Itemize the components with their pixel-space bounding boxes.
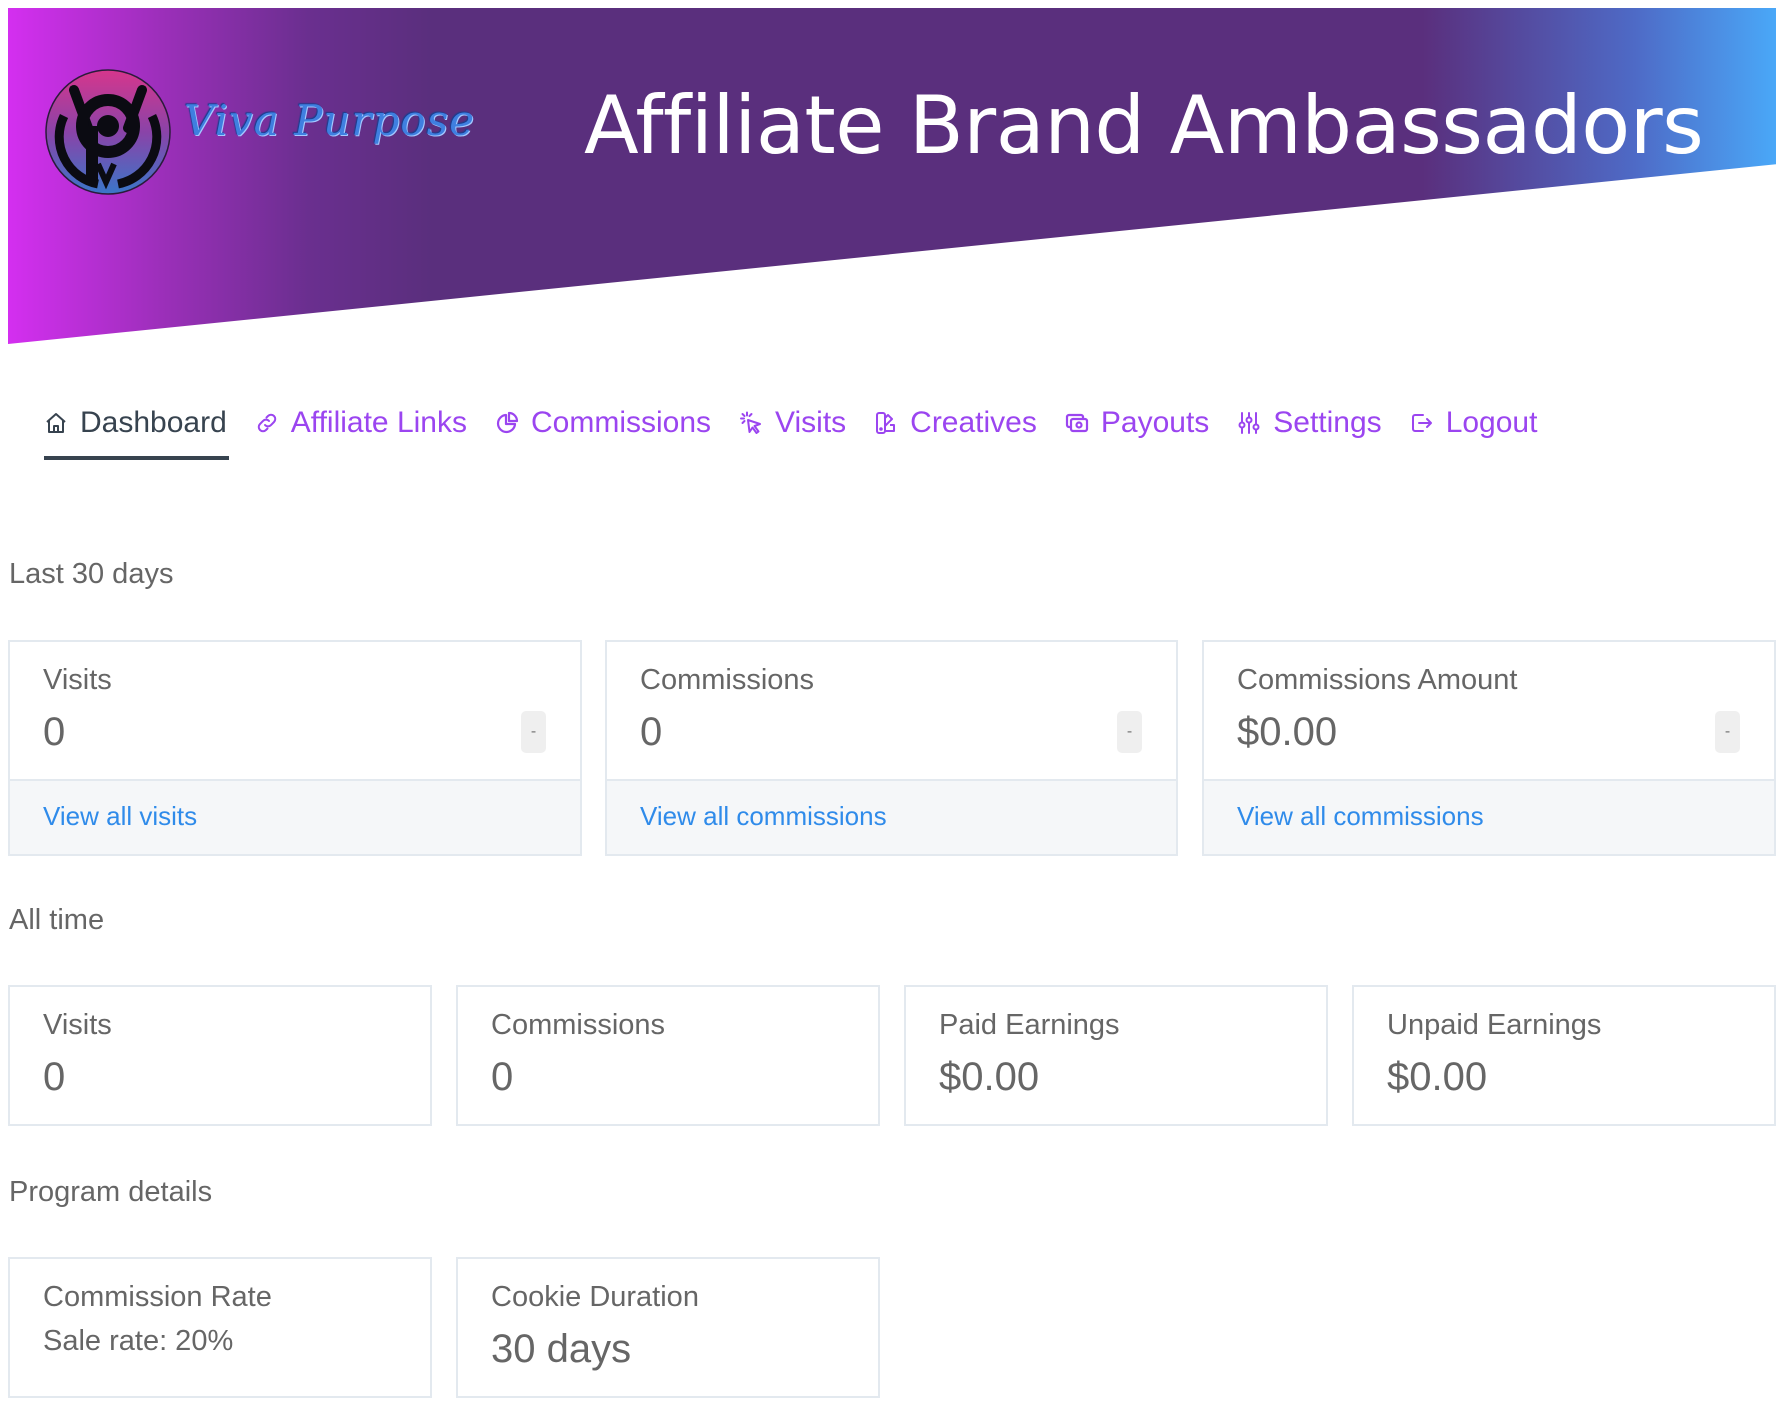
view-all-visits-link[interactable]: View all visits [43,801,197,832]
card-title: Commission Rate [43,1281,272,1313]
nav-creatives[interactable]: Creatives [874,400,1037,446]
nav-dashboard-label: Dashboard [80,406,227,439]
nav-visits-label: Visits [775,406,847,439]
card-value: 0 [640,710,663,754]
trend-badge: - [1715,711,1740,753]
stat-card-commissions-30d: Commissions 0 - View all commissions [605,640,1178,856]
card-footer: View all commissions [607,779,1176,854]
nav-payouts-label: Payouts [1100,406,1210,439]
card-title: Paid Earnings [939,1009,1120,1041]
home-icon [46,413,66,433]
card-title: Unpaid Earnings [1387,1009,1602,1041]
card-value: Sale rate: 20% [43,1325,234,1357]
section-label-all-time: All time [9,904,105,936]
card-title: Cookie Duration [491,1281,699,1313]
card-footer: View all commissions [1204,779,1774,854]
nav-affiliate-links[interactable]: Affiliate Links [255,400,467,446]
viva-purpose-logo-icon[interactable] [44,68,172,196]
nav-settings-label: Settings [1273,406,1382,439]
section-label-program-details: Program details [9,1176,213,1208]
stat-card-paid-earnings: Paid Earnings $0.00 [904,985,1328,1126]
nav-logout-label: Logout [1445,406,1538,439]
nav-payouts[interactable]: Payouts [1065,400,1209,446]
sliders-icon [1238,412,1260,434]
card-value: 0 [43,1055,66,1099]
cursor-click-icon [740,411,762,434]
card-value: $0.00 [1237,710,1338,754]
view-all-commissions-link[interactable]: View all commissions [640,801,887,832]
stat-card-visits-30d: Visits 0 - View all visits [8,640,582,856]
program-card-cookie-duration: Cookie Duration 30 days [456,1257,880,1398]
trend-badge: - [1117,711,1142,753]
stat-card-visits-all-time: Visits 0 [8,985,432,1126]
brand-name: Viva Purpose [184,96,476,145]
nav-commissions-label: Commissions [530,406,712,439]
nav-affiliate-links-label: Affiliate Links [290,406,467,439]
card-title: Commissions [491,1009,666,1041]
creatives-icon [876,412,896,434]
header-banner [8,8,1776,344]
card-title: Visits [43,664,112,696]
nav-logout[interactable]: Logout [1410,400,1538,446]
nav-visits[interactable]: Visits [739,400,846,446]
stat-card-unpaid-earnings: Unpaid Earnings $0.00 [1352,985,1776,1126]
section-label-last-30-days: Last 30 days [9,558,174,590]
card-value: 0 [43,710,66,754]
card-footer: View all visits [10,779,580,854]
nav-dashboard[interactable]: Dashboard [44,400,229,460]
nav-creatives-label: Creatives [910,406,1037,439]
main-nav: Dashboard Affiliate Links Commissions Vi… [44,400,1565,460]
logout-icon [1411,414,1432,432]
card-title: Commissions Amount [1237,664,1518,696]
view-all-commissions-amount-link[interactable]: View all commissions [1237,801,1484,832]
card-title: Visits [43,1009,112,1041]
nav-commissions[interactable]: Commissions [495,400,711,446]
program-card-commission-rate: Commission Rate Sale rate: 20% [8,1257,432,1398]
cash-icon [1065,413,1088,433]
stat-card-commissions-amount-30d: Commissions Amount $0.00 - View all comm… [1202,640,1776,856]
pie-chart-icon [496,411,519,434]
trend-badge: - [521,711,546,753]
card-value: $0.00 [1387,1055,1488,1099]
link-icon [257,413,276,433]
card-title: Commissions [640,664,815,696]
card-value: 0 [491,1055,514,1099]
card-value: 30 days [491,1327,632,1371]
card-value: $0.00 [939,1055,1040,1099]
page-title: Affiliate Brand Ambassadors [584,79,1704,172]
stat-card-commissions-all-time: Commissions 0 [456,985,880,1126]
nav-settings[interactable]: Settings [1237,400,1382,446]
